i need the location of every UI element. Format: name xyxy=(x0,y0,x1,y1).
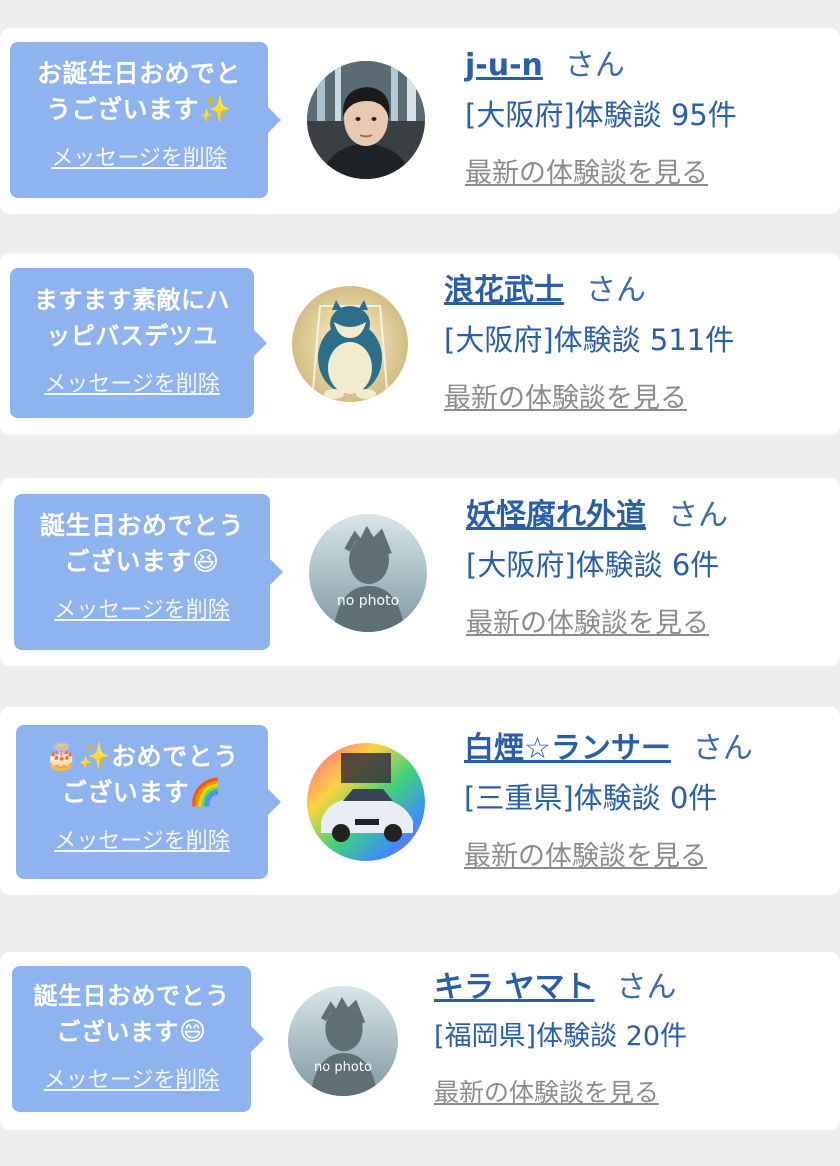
honorific: さん xyxy=(616,970,677,1005)
view-latest-link[interactable]: 最新の体験談を見る xyxy=(466,601,709,640)
user-name-link[interactable]: 浪花武士 xyxy=(444,273,564,308)
user-info: 白煙☆ランサー さん [三重県]体験談 0件 最新の体験談を見る xyxy=(464,729,753,873)
view-latest-link[interactable]: 最新の体験談を見る xyxy=(464,834,707,873)
birthday-card: 🎂✨おめでとう ございます🌈 メッセージを削除 白煙☆ランサー さん [三重県]… xyxy=(0,707,840,895)
grinning-face-icon: 😄 xyxy=(178,1017,207,1047)
message-bubble: お誕生日おめでと うございます✨ メッセージを削除 xyxy=(10,42,281,198)
user-name-link[interactable]: 白煙☆ランサー xyxy=(464,731,671,766)
message-bubble: 誕生日おめでとう ございます😄 メッセージを削除 xyxy=(12,966,264,1112)
car-photo-icon xyxy=(307,743,425,861)
sparkles-icon: ✨ xyxy=(199,95,232,125)
user-name-link[interactable]: 妖怪腐れ外道 xyxy=(466,498,646,533)
review-count: [大阪府]体験談 511件 xyxy=(444,323,735,357)
snorlax-icon xyxy=(292,286,408,402)
view-latest-link[interactable]: 最新の体験談を見る xyxy=(444,376,687,415)
message-bubble: ますます素敵にハ ッピバスデツユ メッセージを削除 xyxy=(10,268,267,418)
user-info: j-u-n さん [大阪府]体験談 95件 最新の体験談を見る xyxy=(465,46,737,190)
review-count: [大阪府]体験談 6件 xyxy=(466,548,720,582)
delete-message-link[interactable]: メッセージを削除 xyxy=(54,592,230,624)
avatar[interactable]: no photo xyxy=(288,986,398,1096)
honorific: さん xyxy=(668,498,728,533)
message-text: 🎂✨おめでとう ございます🌈 xyxy=(45,742,239,808)
user-name-link[interactable]: キラ ヤマト xyxy=(434,970,594,1005)
view-latest-link[interactable]: 最新の体験談を見る xyxy=(434,1073,659,1109)
svg-text:no photo: no photo xyxy=(337,593,399,609)
user-info: キラ ヤマト さん [福岡県]体験談 20件 最新の体験談を見る xyxy=(434,968,687,1109)
avatar[interactable]: no photo xyxy=(309,514,427,632)
delete-message-link[interactable]: メッセージを削除 xyxy=(51,140,227,172)
review-count: [大阪府]体験談 95件 xyxy=(465,98,737,132)
honorific: さん xyxy=(692,731,753,766)
no-photo-icon: no photo xyxy=(288,986,398,1096)
no-photo-icon: no photo xyxy=(309,514,427,632)
user-info: 浪花武士 さん [大阪府]体験談 511件 最新の体験談を見る xyxy=(444,271,734,415)
birthday-card: お誕生日おめでと うございます✨ メッセージを削除 j-u-n さん [大阪府]体… xyxy=(0,28,840,214)
user-photo-icon xyxy=(307,61,425,179)
message-bubble: 誕生日おめでとう ございます😆 メッセージを削除 xyxy=(14,494,283,650)
laughing-face-icon: 😆 xyxy=(191,547,220,577)
review-count: [三重県]体験談 0件 xyxy=(464,781,718,815)
avatar[interactable] xyxy=(292,286,408,402)
birthday-card: ますます素敵にハ ッピバスデツユ メッセージを削除 浪花武士 さん [大阪府]体… xyxy=(0,253,840,435)
honorific: さん xyxy=(586,273,646,308)
user-info: 妖怪腐れ外道 さん [大阪府]体験談 6件 最新の体験談を見る xyxy=(466,496,728,640)
message-text: お誕生日おめでと うございます✨ xyxy=(36,59,241,125)
review-count: [福岡県]体験談 20件 xyxy=(434,1021,688,1052)
delete-message-link[interactable]: メッセージを削除 xyxy=(54,823,230,855)
message-bubble: 🎂✨おめでとう ございます🌈 メッセージを削除 xyxy=(16,725,281,879)
user-name-link[interactable]: j-u-n xyxy=(465,48,543,83)
view-latest-link[interactable]: 最新の体験談を見る xyxy=(465,151,708,190)
birthday-card: 誕生日おめでとう ございます😆 メッセージを削除 no photo 妖怪腐れ外道… xyxy=(0,478,840,666)
message-text: 誕生日おめでとう ございます😆 xyxy=(39,511,244,577)
svg-text:no photo: no photo xyxy=(314,1060,372,1075)
delete-message-link[interactable]: メッセージを削除 xyxy=(44,1062,220,1094)
avatar[interactable] xyxy=(307,61,425,179)
avatar[interactable] xyxy=(307,743,425,861)
birthday-card: 誕生日おめでとう ございます😄 メッセージを削除 no photo キラ ヤマト… xyxy=(0,952,840,1130)
message-text: ますます素敵にハ ッピバスデツユ xyxy=(34,286,230,350)
rainbow-icon: 🌈 xyxy=(189,778,223,808)
delete-message-link[interactable]: メッセージを削除 xyxy=(44,366,220,398)
cake-sparkles-icon: 🎂✨ xyxy=(45,742,112,772)
message-text: 誕生日おめでとう ございます😄 xyxy=(33,982,230,1047)
honorific: さん xyxy=(564,48,625,83)
